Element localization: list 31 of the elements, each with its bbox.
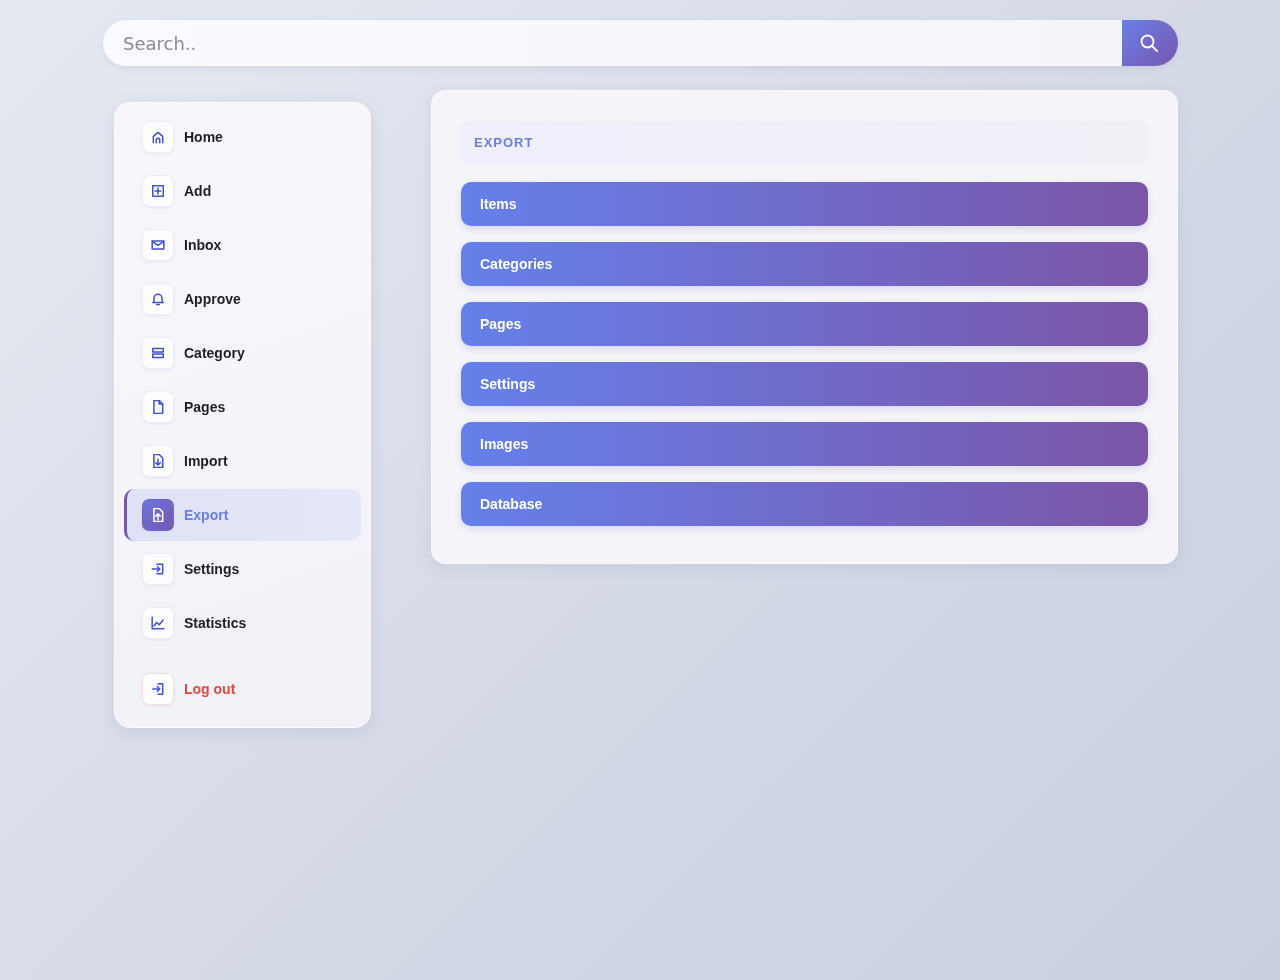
section-header: EXPORT bbox=[461, 121, 1148, 164]
sidebar-item[interactable]: Add bbox=[124, 165, 361, 217]
sidebar-item[interactable]: Category bbox=[124, 327, 361, 379]
export-option-button[interactable]: Categories bbox=[461, 242, 1148, 286]
plus-square-icon bbox=[142, 175, 174, 207]
sidebar-item[interactable]: Statistics bbox=[124, 597, 361, 649]
sidebar-item[interactable]: Pages bbox=[124, 381, 361, 433]
file-icon bbox=[142, 391, 174, 423]
home-icon bbox=[142, 121, 174, 153]
search-button[interactable] bbox=[1122, 20, 1178, 66]
export-option-button[interactable]: Pages bbox=[461, 302, 1148, 346]
enter-box-icon bbox=[142, 553, 174, 585]
enter-box-icon bbox=[142, 673, 174, 705]
sidebar-item[interactable]: Home bbox=[124, 111, 361, 163]
export-option-button[interactable]: Items bbox=[461, 182, 1148, 226]
envelope-icon bbox=[142, 229, 174, 261]
sidebar-item[interactable]: Approve bbox=[124, 273, 361, 325]
export-option-button[interactable]: Database bbox=[461, 482, 1148, 526]
bell-icon bbox=[142, 283, 174, 315]
sidebar-item[interactable]: Inbox bbox=[124, 219, 361, 271]
search-field[interactable]: Search.. bbox=[103, 20, 1122, 66]
file-download-icon bbox=[142, 445, 174, 477]
line-chart-icon bbox=[142, 607, 174, 639]
sidebar-item[interactable]: Settings bbox=[124, 543, 361, 595]
file-upload-icon bbox=[142, 499, 174, 531]
sidebar-item[interactable]: Import bbox=[124, 435, 361, 487]
export-option-button[interactable]: Images bbox=[461, 422, 1148, 466]
logout-item[interactable]: Log out bbox=[124, 663, 361, 715]
export-option-button[interactable]: Settings bbox=[461, 362, 1148, 406]
stack-icon bbox=[142, 337, 174, 369]
search-icon bbox=[1139, 33, 1159, 53]
